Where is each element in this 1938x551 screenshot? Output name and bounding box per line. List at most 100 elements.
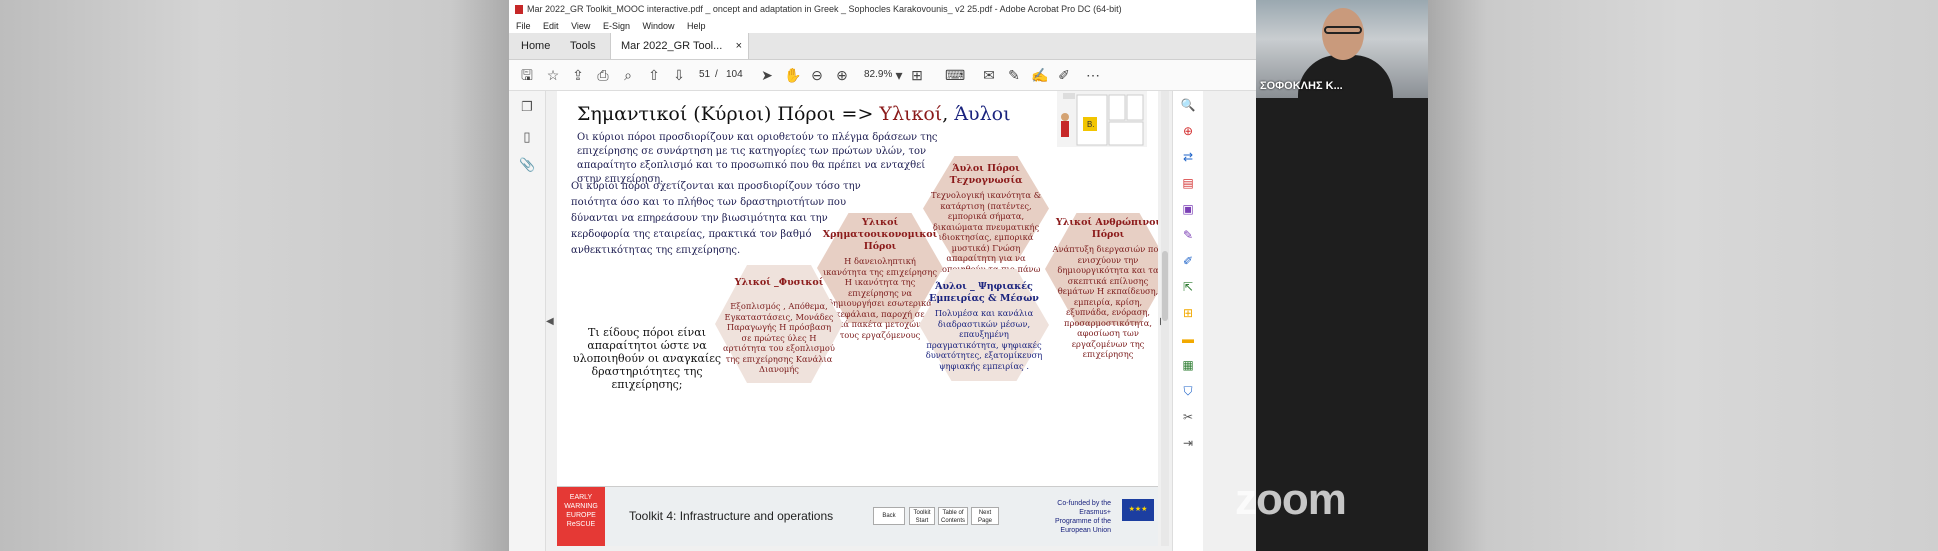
footer-title: Toolkit 4: Infrastructure and operations — [629, 509, 834, 523]
toolkit-start-button[interactable]: Toolkit Start — [909, 507, 935, 525]
hex-physical-title: Υλικοί _Φυσικοί — [734, 277, 824, 288]
vertical-scrollbar[interactable] — [1161, 91, 1169, 546]
cursor-icon[interactable]: ➤ — [759, 67, 775, 83]
menu-esign[interactable]: E-Sign — [603, 21, 630, 31]
early-warning-europe-logo: EARLY WARNING EUROPE ReSCUE — [557, 487, 605, 546]
participant-name: ΣΟΦΟΚΛΗΣ Κ... — [1260, 80, 1343, 92]
hand-icon[interactable]: ✋ — [784, 67, 801, 83]
scan-icon[interactable]: ▦ — [1180, 357, 1196, 373]
combine-files-icon[interactable]: ⇄ — [1180, 149, 1196, 165]
hex-physical-body: Εξοπλισμός , Απόθεμα, Εγκαταστάσεις, Μον… — [723, 301, 835, 374]
zoom-watermark: zoom — [1235, 475, 1347, 524]
hex-digital-body: Πολυμέσα και κανάλια διαδραστικών μέσων,… — [925, 308, 1043, 371]
organize-pages-icon[interactable]: ▤ — [1180, 175, 1196, 191]
right-tools-panel: 🔍 ⊕ ⇄ ▤ ▣ ✎ ✐ ⇱ ⊞ ▬ ▦ ⛉ ✂ ⇥ — [1172, 91, 1203, 551]
hex-digital-content: Άυλοι _ Ψηφιακές Εμπειρίας & Μέσων Πολυμ… — [925, 281, 1043, 371]
next-page-button[interactable]: Next Page — [971, 507, 999, 525]
back-button[interactable]: Back — [873, 507, 905, 525]
search-icon[interactable]: ⌕ — [620, 67, 636, 83]
arrow-down-icon[interactable]: ⇩ — [671, 67, 687, 83]
tab-document-label: Mar 2022_GR Tool... — [621, 40, 723, 52]
menu-edit[interactable]: Edit — [543, 21, 559, 31]
fill-sign-icon[interactable]: ✎ — [1180, 227, 1196, 243]
logo-letter: Β. — [1087, 120, 1095, 129]
comment-icon[interactable]: ✉ — [981, 67, 997, 83]
save-icon[interactable]: 🖫 — [519, 67, 535, 83]
tab-tools[interactable]: Tools — [570, 33, 596, 59]
hex-human-title: Υλικοί Ανθρώπινοι Πόροι — [1055, 217, 1158, 240]
window-title: Mar 2022_GR Toolkit_MOOC interactive.pdf… — [527, 4, 1122, 14]
business-model-canvas-logo: Β. — [1057, 91, 1147, 147]
slide-title: Σημαντικοί (Κύριοι) Πόροι => Υλικοί, Άυλ… — [577, 103, 1011, 125]
cofunded-text: Co-funded by the Erasmus+ Programme of t… — [1054, 500, 1111, 534]
slide-title-main: Σημαντικοί (Κύριοι) Πόροι => — [577, 103, 874, 125]
blurred-background-right — [1428, 0, 1938, 551]
collapse-left-icon[interactable]: ◀ — [546, 316, 554, 327]
question-text: Τι είδους πόροι είναι απαραίτητοι ώστε ν… — [572, 326, 722, 391]
tab-home[interactable]: Home — [521, 33, 550, 59]
edit-icon[interactable]: ✐ — [1056, 67, 1072, 83]
chevron-down-icon[interactable]: ▾ — [891, 67, 907, 83]
acrobat-icon — [515, 5, 523, 15]
slide-title-material: Υλικοί — [879, 103, 943, 125]
zoom-out-icon[interactable]: ⊖ — [809, 67, 825, 83]
tab-bar: Home Tools Mar 2022_GR Tool... × — [509, 33, 1259, 60]
menu-window[interactable]: Window — [642, 21, 674, 31]
export-pdf-icon[interactable]: ▣ — [1180, 201, 1196, 217]
attachment-icon[interactable]: 📎 — [519, 157, 535, 173]
hex-digital-title: Άυλοι _ Ψηφιακές Εμπειρίας & Μέσων — [929, 281, 1039, 304]
zoom-level[interactable]: 82.9% — [864, 68, 892, 82]
participant-video: ΣΟΦΟΚΛΗΣ Κ... — [1256, 0, 1428, 98]
bookmark-icon[interactable]: ▯ — [519, 129, 535, 145]
hex-human-content: Υλικοί Ανθρώπινοι Πόροι Ανάπτυξη διεργασ… — [1051, 217, 1158, 360]
send-for-review-icon[interactable]: ⊞ — [1180, 305, 1196, 321]
slide-title-intangible: Άυλοι — [954, 103, 1011, 125]
eu-flag-icon: ★★★ — [1122, 499, 1154, 521]
keyboard-icon[interactable]: ⌨ — [945, 67, 965, 83]
left-navigation-panel: ❐ ▯ 📎 — [509, 91, 546, 551]
page-separator: / — [715, 69, 718, 80]
zoom-in-icon[interactable]: ⊕ — [834, 67, 850, 83]
close-tab-icon[interactable]: × — [736, 33, 742, 59]
export-icon[interactable]: ⇱ — [1180, 279, 1196, 295]
menu-bar: File Edit View E-Sign Window Help — [509, 19, 1259, 33]
participant-glasses — [1324, 26, 1362, 34]
acrobat-toolbar: 🖫 ☆ ⇪ ⎙ ⌕ ⇧ ⇩ 51 / 104 ➤ ✋ ⊖ ⊕ 82.9% ▾ ⊞… — [509, 60, 1259, 91]
hex-physical-content: Υλικοί _Φυσικοί Εξοπλισμός , Απόθεμα, Εγ… — [721, 277, 837, 375]
protect-icon[interactable]: ⛉ — [1180, 383, 1196, 399]
table-of-contents-button[interactable]: Table of Contents — [938, 507, 968, 525]
page-total: 104 — [726, 69, 743, 80]
sign-icon[interactable]: ✍ — [1031, 67, 1048, 83]
hex-human-body: Ανάπτυξη διεργασιών που ενισχύουν την δη… — [1052, 244, 1158, 359]
edit-pdf-icon[interactable]: ✐ — [1180, 253, 1196, 269]
expand-panel-icon[interactable]: ⇥ — [1180, 435, 1196, 451]
hex-knowhow-content: Άυλοι Πόροι Τεχνογνωσία Τεχνολογική ικαν… — [931, 163, 1041, 274]
zoom-tool-icon[interactable]: 🔍 — [1180, 97, 1196, 113]
menu-help[interactable]: Help — [687, 21, 706, 31]
hex-knowhow-body: Τεχνολογική ικανότητα & κατάρτιση (πατέν… — [931, 190, 1042, 274]
pdf-page: Σημαντικοί (Κύριοι) Πόροι => Υλικοί, Άυλ… — [557, 91, 1158, 546]
comment-tool-icon[interactable]: ▬ — [1180, 331, 1196, 347]
star-icon[interactable]: ☆ — [545, 67, 561, 83]
hex-financial-title: Υλικοί Χρηματοοικονομικοί Πόροι — [822, 217, 938, 252]
pen-icon[interactable]: ✎ — [1006, 67, 1022, 83]
pages-icon[interactable]: ❐ — [519, 99, 535, 115]
slide-footer: EARLY WARNING EUROPE ReSCUE Toolkit 4: I… — [557, 486, 1158, 546]
print-icon[interactable]: ⎙ — [595, 67, 611, 83]
hex-knowhow-title: Άυλοι Πόροι Τεχνογνωσία — [949, 163, 1023, 186]
participant-face — [1322, 8, 1364, 60]
tab-document[interactable]: Mar 2022_GR Tool... × — [610, 33, 749, 59]
upload-icon[interactable]: ⇪ — [570, 67, 586, 83]
fit-page-icon[interactable]: ⊞ — [909, 67, 925, 83]
menu-view[interactable]: View — [571, 21, 590, 31]
blurred-background-left — [0, 0, 509, 551]
create-pdf-icon[interactable]: ⊕ — [1180, 123, 1196, 139]
slide-logo: Β. — [1057, 91, 1147, 147]
page-number-input[interactable]: 51 — [699, 68, 710, 82]
more-icon[interactable]: ⋯ — [1085, 67, 1101, 83]
slide-title-separator: , — [942, 103, 949, 125]
menu-file[interactable]: File — [516, 21, 531, 31]
more-tools-icon[interactable]: ✂ — [1180, 409, 1196, 425]
arrow-up-icon[interactable]: ⇧ — [646, 67, 662, 83]
scrollbar-thumb[interactable] — [1162, 251, 1168, 321]
